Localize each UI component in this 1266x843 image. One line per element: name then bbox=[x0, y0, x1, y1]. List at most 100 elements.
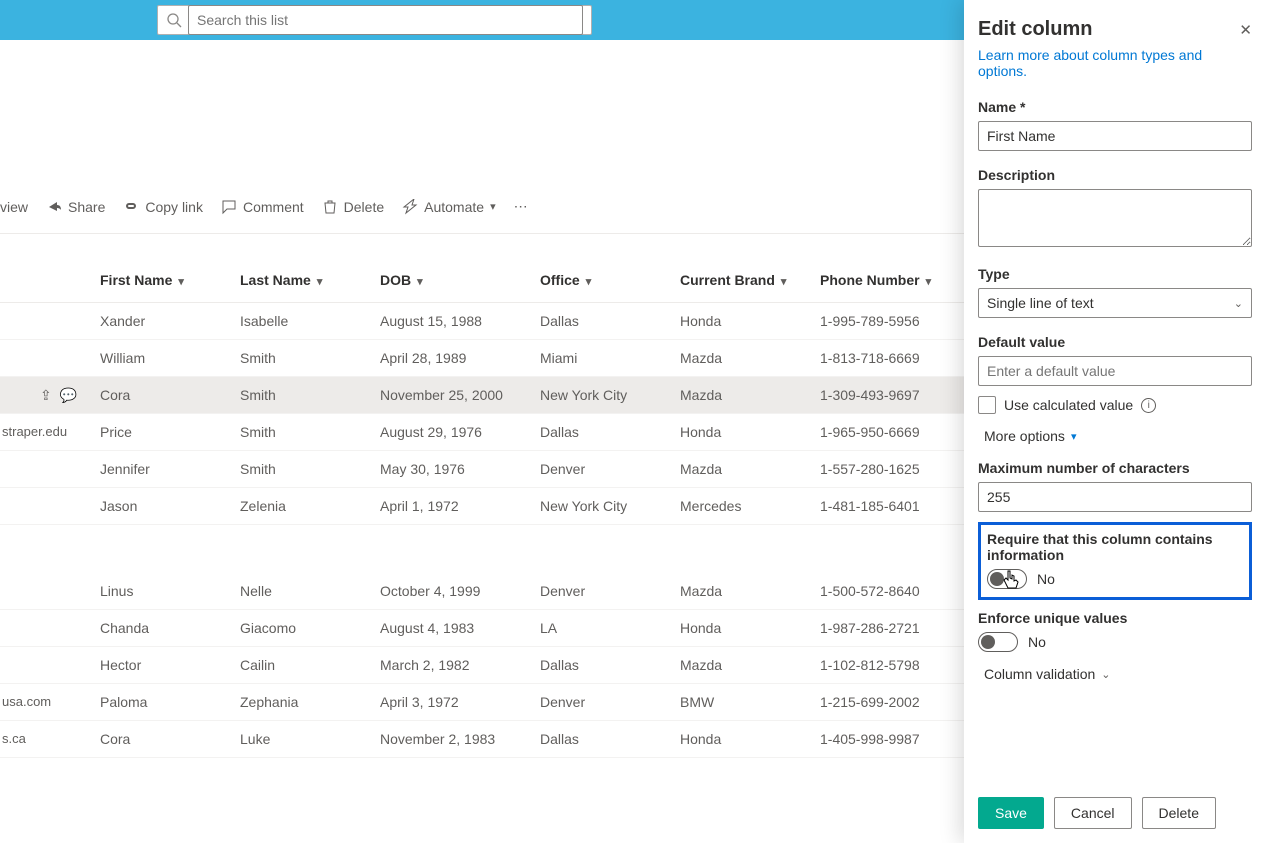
cell-last-name: Zelenia bbox=[230, 488, 370, 525]
cell-office: Dallas bbox=[530, 646, 670, 683]
cell-dob: November 2, 1983 bbox=[370, 720, 530, 757]
cell-phone: 1-405-998-9987 bbox=[810, 720, 970, 757]
panel-title: Edit column bbox=[978, 18, 1092, 41]
cell-brand: Honda bbox=[670, 303, 810, 340]
cell-last-name: Smith bbox=[230, 414, 370, 451]
col-phone-number[interactable]: Phone Number▾ bbox=[810, 262, 970, 303]
cell-phone: 1-309-493-9697 bbox=[810, 377, 970, 414]
cell-brand: Honda bbox=[670, 609, 810, 646]
learn-more-link[interactable]: Learn more about column types and option… bbox=[978, 47, 1252, 79]
cell-last-name: Zephania bbox=[230, 683, 370, 720]
info-icon[interactable]: i bbox=[1141, 398, 1156, 413]
col-first-name[interactable]: First Name▾ bbox=[0, 262, 230, 303]
chevron-down-icon: ▾ bbox=[1071, 430, 1077, 443]
comment-button[interactable]: Comment bbox=[221, 199, 304, 215]
default-value-input[interactable] bbox=[978, 356, 1252, 386]
cell-first-name: Price bbox=[100, 424, 132, 440]
name-input[interactable] bbox=[978, 121, 1252, 151]
cell-office: Dallas bbox=[530, 720, 670, 757]
cell-first-name: Xander bbox=[100, 313, 145, 329]
cell-phone: 1-215-699-2002 bbox=[810, 683, 970, 720]
chevron-down-icon: ⌄ bbox=[1101, 668, 1110, 681]
chevron-down-icon: ⌄ bbox=[1234, 297, 1243, 310]
delete-button[interactable]: Delete bbox=[322, 199, 384, 215]
require-value: No bbox=[1037, 571, 1055, 587]
cell-last-name: Smith bbox=[230, 451, 370, 488]
cell-brand: Mazda bbox=[670, 340, 810, 377]
cell-dob: August 15, 1988 bbox=[370, 303, 530, 340]
save-button[interactable]: Save bbox=[978, 797, 1044, 829]
cell-office: Dallas bbox=[530, 303, 670, 340]
col-current-brand[interactable]: Current Brand▾ bbox=[670, 262, 810, 303]
cell-first-name: Cora bbox=[100, 731, 130, 747]
unique-label: Enforce unique values bbox=[978, 610, 1252, 626]
email-fragment: usa.com bbox=[0, 694, 51, 709]
cancel-button[interactable]: Cancel bbox=[1054, 797, 1132, 829]
cell-last-name: Giacomo bbox=[230, 609, 370, 646]
type-select[interactable]: Single line of text ⌄ bbox=[978, 288, 1252, 318]
max-chars-label: Maximum number of characters bbox=[978, 460, 1252, 476]
share-icon[interactable]: ⇪ bbox=[40, 387, 52, 404]
description-input[interactable] bbox=[978, 189, 1252, 247]
search-input[interactable] bbox=[188, 5, 583, 35]
unique-toggle[interactable] bbox=[978, 632, 1018, 652]
cell-dob: April 3, 1972 bbox=[370, 683, 530, 720]
description-label: Description bbox=[978, 167, 1252, 183]
cell-last-name: Nelle bbox=[230, 573, 370, 610]
use-calculated-label: Use calculated value bbox=[1004, 397, 1133, 413]
col-last-name[interactable]: Last Name▾ bbox=[230, 262, 370, 303]
cell-office: New York City bbox=[530, 377, 670, 414]
cell-dob: May 30, 1976 bbox=[370, 451, 530, 488]
more-button[interactable]: ⋯ bbox=[514, 198, 528, 215]
cell-phone: 1-481-185-6401 bbox=[810, 488, 970, 525]
cell-brand: Mazda bbox=[670, 646, 810, 683]
edit-column-panel: Edit column ✕ Learn more about column ty… bbox=[964, 0, 1266, 843]
cell-first-name: Paloma bbox=[100, 694, 147, 710]
column-validation-expander[interactable]: Column validation ⌄ bbox=[984, 666, 1252, 682]
max-chars-input[interactable] bbox=[978, 482, 1252, 512]
search-icon bbox=[166, 12, 182, 28]
cell-phone: 1-813-718-6669 bbox=[810, 340, 970, 377]
cell-phone: 1-557-280-1625 bbox=[810, 451, 970, 488]
use-calculated-checkbox[interactable] bbox=[978, 396, 996, 414]
cell-brand: Honda bbox=[670, 720, 810, 757]
share-button[interactable]: Share bbox=[46, 199, 105, 215]
email-fragment: straper.edu bbox=[0, 424, 67, 439]
cell-last-name: Smith bbox=[230, 340, 370, 377]
cell-brand: Honda bbox=[670, 414, 810, 451]
cell-brand: Mazda bbox=[670, 451, 810, 488]
type-label: Type bbox=[978, 266, 1252, 282]
cell-dob: August 29, 1976 bbox=[370, 414, 530, 451]
view-partial-label[interactable]: view bbox=[0, 199, 28, 215]
copy-link-button[interactable]: Copy link bbox=[123, 199, 203, 215]
require-info-section: Require that this column contains inform… bbox=[978, 522, 1252, 600]
col-office[interactable]: Office▾ bbox=[530, 262, 670, 303]
cell-last-name: Smith bbox=[230, 377, 370, 414]
default-value-label: Default value bbox=[978, 334, 1252, 350]
col-dob[interactable]: DOB▾ bbox=[370, 262, 530, 303]
comment-icon[interactable]: 💬 bbox=[60, 387, 77, 404]
cell-first-name: Jason bbox=[100, 498, 137, 514]
cell-dob: November 25, 2000 bbox=[370, 377, 530, 414]
cell-office: Miami bbox=[530, 340, 670, 377]
close-icon[interactable]: ✕ bbox=[1239, 21, 1252, 39]
cell-office: Denver bbox=[530, 573, 670, 610]
cell-last-name: Luke bbox=[230, 720, 370, 757]
cell-brand: BMW bbox=[670, 683, 810, 720]
name-label: Name * bbox=[978, 99, 1252, 115]
automate-button[interactable]: Automate▾ bbox=[402, 199, 495, 215]
cell-office: LA bbox=[530, 609, 670, 646]
cell-dob: March 2, 1982 bbox=[370, 646, 530, 683]
cell-last-name: Isabelle bbox=[230, 303, 370, 340]
cell-office: Dallas bbox=[530, 414, 670, 451]
cell-first-name: Hector bbox=[100, 657, 141, 673]
require-toggle[interactable] bbox=[987, 569, 1027, 589]
more-options-expander[interactable]: More options ▾ bbox=[984, 428, 1252, 444]
cell-office: New York City bbox=[530, 488, 670, 525]
cell-brand: Mercedes bbox=[670, 488, 810, 525]
search-box[interactable] bbox=[157, 5, 592, 35]
cell-phone: 1-500-572-8640 bbox=[810, 573, 970, 610]
cell-dob: April 28, 1989 bbox=[370, 340, 530, 377]
panel-delete-button[interactable]: Delete bbox=[1142, 797, 1216, 829]
unique-value: No bbox=[1028, 634, 1046, 650]
